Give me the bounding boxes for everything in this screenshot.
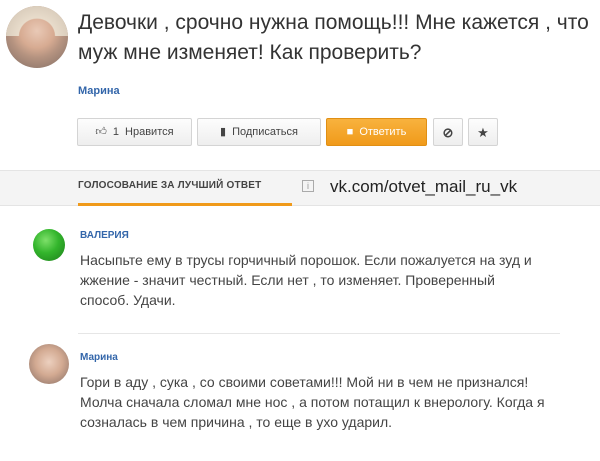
subscribe-button[interactable]: ▮ Подписаться: [197, 118, 321, 146]
answer-author-avatar[interactable]: [33, 229, 65, 261]
favorite-button[interactable]: ★: [468, 118, 498, 146]
like-count: 1: [112, 126, 120, 138]
answer-button[interactable]: ■ Ответить: [326, 118, 427, 146]
block-icon: ⊘: [442, 124, 454, 140]
voting-tab-label[interactable]: ГОЛОСОВАНИЕ ЗА ЛУЧШИЙ ОТВЕТ: [78, 180, 261, 191]
like-button[interactable]: 👍︎ 1 Нравится: [77, 118, 192, 146]
answer-text: Насыпьте ему в трусы горчичный порошок. …: [80, 252, 532, 308]
answer-text: Гори в аду , сука , со своими советами!!…: [80, 374, 545, 430]
answer-author-name[interactable]: Марина: [80, 352, 118, 363]
like-label: Нравится: [125, 126, 174, 138]
bookmark-icon: ▮: [220, 125, 227, 138]
voting-tab-underline: [78, 203, 292, 206]
question-author-name[interactable]: Марина: [78, 85, 120, 97]
question-author-avatar[interactable]: [6, 6, 68, 68]
thumbs-up-icon: 👍︎: [95, 125, 107, 138]
answer-author-avatar[interactable]: [29, 344, 69, 384]
answer-label: Ответить: [359, 126, 407, 138]
answer-author-name[interactable]: ВАЛЕРИЯ: [80, 230, 129, 241]
comment-icon: ■: [346, 125, 354, 138]
block-button[interactable]: ⊘: [433, 118, 463, 146]
watermark-text: vk.com/otvet_mail_ru_vk: [330, 177, 518, 196]
divider: [78, 333, 560, 334]
info-icon[interactable]: i: [302, 180, 314, 192]
subscribe-label: Подписаться: [232, 126, 298, 138]
question-title: Девочки , срочно нужна помощь!!! Мне каж…: [78, 11, 589, 64]
star-icon: ★: [477, 124, 489, 140]
